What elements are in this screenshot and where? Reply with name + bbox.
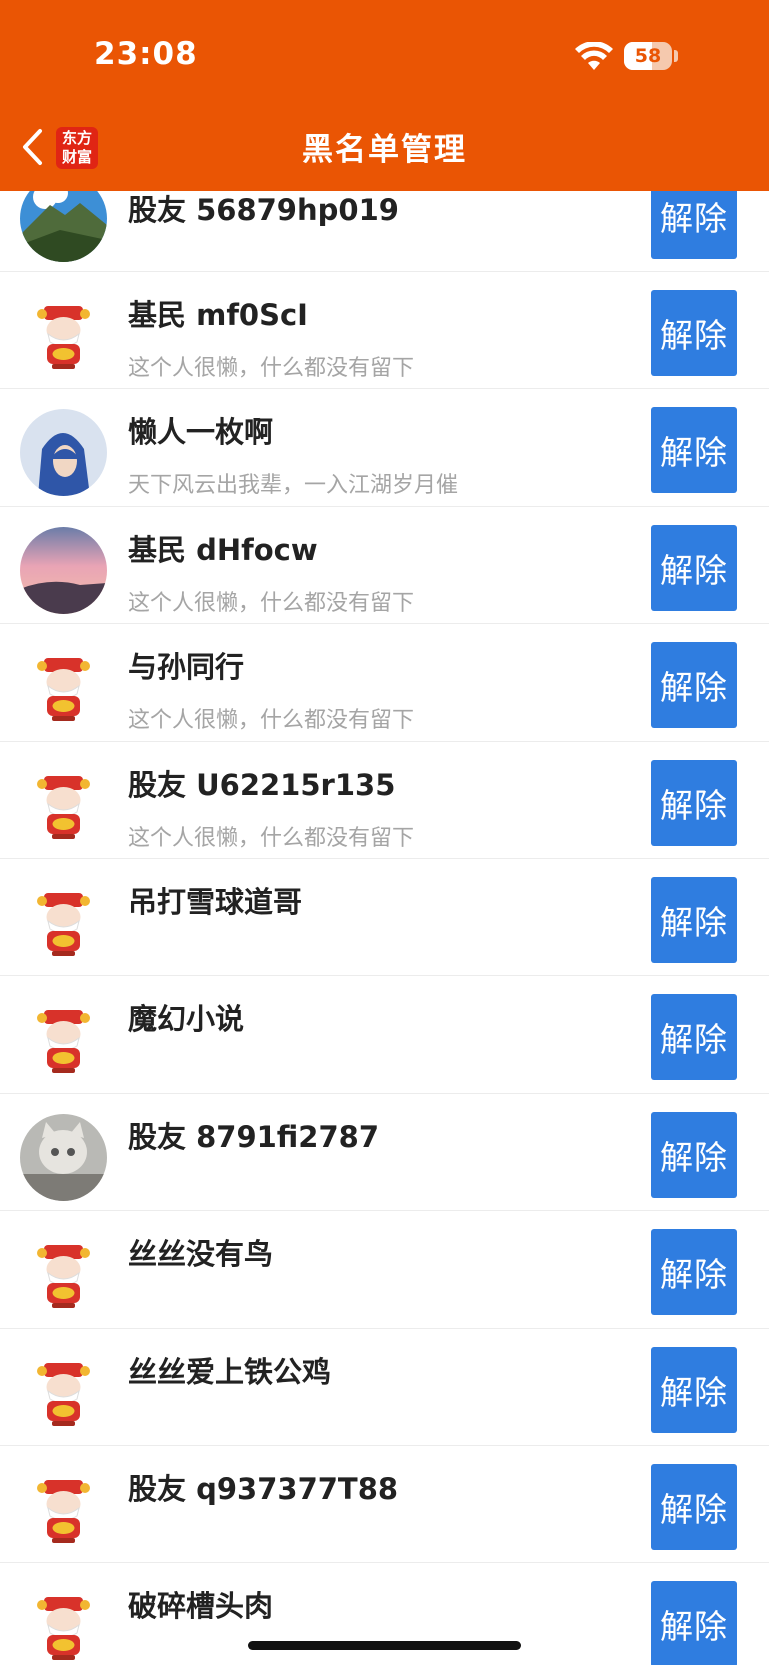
user-name: 股友 8791fi2787 bbox=[128, 1119, 380, 1154]
avatar[interactable] bbox=[20, 761, 107, 849]
user-signature: 这个人很懒，什么都没有留下 bbox=[128, 825, 415, 851]
user-signature: 天下风云出我辈，一入江湖岁月催 bbox=[128, 473, 459, 499]
blacklist-row: 懒人一枚啊天下风云出我辈，一入江湖岁月催 解除 bbox=[0, 389, 769, 507]
user-name: 魔幻小说 bbox=[128, 1002, 245, 1037]
blacklist-row: 魔幻小说 解除 bbox=[0, 976, 769, 1094]
avatar[interactable] bbox=[20, 409, 107, 497]
unblock-button[interactable]: 解除 bbox=[651, 876, 737, 963]
user-name: 股友 q937377T88 bbox=[128, 1471, 399, 1506]
blacklist-row: 丝丝爱上铁公鸡 解除 bbox=[0, 1328, 769, 1446]
avatar[interactable] bbox=[20, 1231, 107, 1319]
header-bar: 23:08 58 东方 财富 黑名单管理 bbox=[0, 0, 769, 191]
user-name: 吊打雪球道哥 bbox=[128, 884, 303, 919]
unblock-button[interactable]: 解除 bbox=[651, 1346, 737, 1433]
avatar[interactable] bbox=[20, 1583, 107, 1665]
user-signature: 这个人很懒，什么都没有留下 bbox=[128, 590, 415, 616]
blacklist-row: 股友 8791fi2787 解除 bbox=[0, 1093, 769, 1212]
avatar[interactable] bbox=[20, 1113, 107, 1201]
avatar[interactable] bbox=[20, 292, 107, 379]
page-title: 黑名单管理 bbox=[302, 132, 467, 168]
avatar[interactable] bbox=[20, 878, 107, 966]
unblock-button[interactable]: 解除 bbox=[651, 290, 737, 376]
unblock-button[interactable]: 解除 bbox=[651, 1581, 737, 1665]
blacklist-row: 丝丝没有鸟 解除 bbox=[0, 1211, 769, 1329]
avatar[interactable] bbox=[20, 996, 107, 1084]
battery-icon: 58 bbox=[624, 42, 672, 70]
screen: 23:08 58 东方 财富 黑名单管理 股友 56879hp019 解除 基民 m… bbox=[0, 0, 769, 1665]
unblock-button[interactable]: 解除 bbox=[651, 994, 737, 1081]
battery-level: 58 bbox=[634, 45, 662, 67]
unblock-button[interactable]: 解除 bbox=[651, 642, 737, 729]
user-name: 与孙同行 bbox=[128, 650, 245, 685]
user-name: 股友 U62215r135 bbox=[128, 767, 396, 802]
avatar[interactable] bbox=[20, 644, 107, 732]
blacklist-row: 吊打雪球道哥 解除 bbox=[0, 858, 769, 977]
user-name: 破碎槽头肉 bbox=[128, 1589, 274, 1624]
user-name: 基民 mf0ScI bbox=[128, 298, 308, 332]
home-indicator[interactable] bbox=[248, 1641, 521, 1650]
avatar[interactable] bbox=[20, 526, 107, 614]
user-name: 股友 56879hp019 bbox=[128, 193, 399, 227]
unblock-button[interactable]: 解除 bbox=[651, 1229, 737, 1316]
user-name: 丝丝没有鸟 bbox=[128, 1237, 274, 1272]
user-signature: 这个人很懒，什么都没有留下 bbox=[128, 708, 415, 734]
avatar[interactable] bbox=[20, 1465, 107, 1553]
battery-cap bbox=[674, 50, 678, 62]
status-time: 23:08 bbox=[94, 36, 198, 72]
blacklist-row: 基民 mf0ScI 这个人很懒，什么都没有留下 解除 bbox=[0, 272, 769, 390]
user-name: 基民 dHfocw bbox=[128, 532, 318, 567]
blacklist-row: 股友 q937377T88 解除 bbox=[0, 1445, 769, 1564]
unblock-button[interactable]: 解除 bbox=[651, 524, 737, 611]
unblock-button[interactable]: 解除 bbox=[651, 759, 737, 846]
user-name: 懒人一枚啊 bbox=[128, 415, 274, 450]
avatar[interactable] bbox=[20, 1348, 107, 1436]
wifi-icon bbox=[575, 42, 613, 70]
unblock-button[interactable]: 解除 bbox=[651, 1111, 737, 1198]
unblock-button[interactable]: 解除 bbox=[651, 407, 737, 494]
blacklist-row: 股友 U62215r135 这个人很懒，什么都没有留下 解除 bbox=[0, 741, 769, 859]
blacklist-row: 基民 dHfocw 这个人很懒，什么都没有留下 解除 bbox=[0, 506, 769, 625]
blacklist: 股友 56879hp019 解除 基民 mf0ScI 这个人很懒，什么都没有留下 解除懒… bbox=[0, 173, 769, 1665]
blacklist-row: 与孙同行这个人很懒，什么都没有留下 解除 bbox=[0, 624, 769, 742]
user-name: 丝丝爱上铁公鸡 bbox=[128, 1354, 332, 1389]
unblock-button[interactable]: 解除 bbox=[651, 1463, 737, 1550]
user-signature: 这个人很懒，什么都没有留下 bbox=[128, 356, 415, 381]
